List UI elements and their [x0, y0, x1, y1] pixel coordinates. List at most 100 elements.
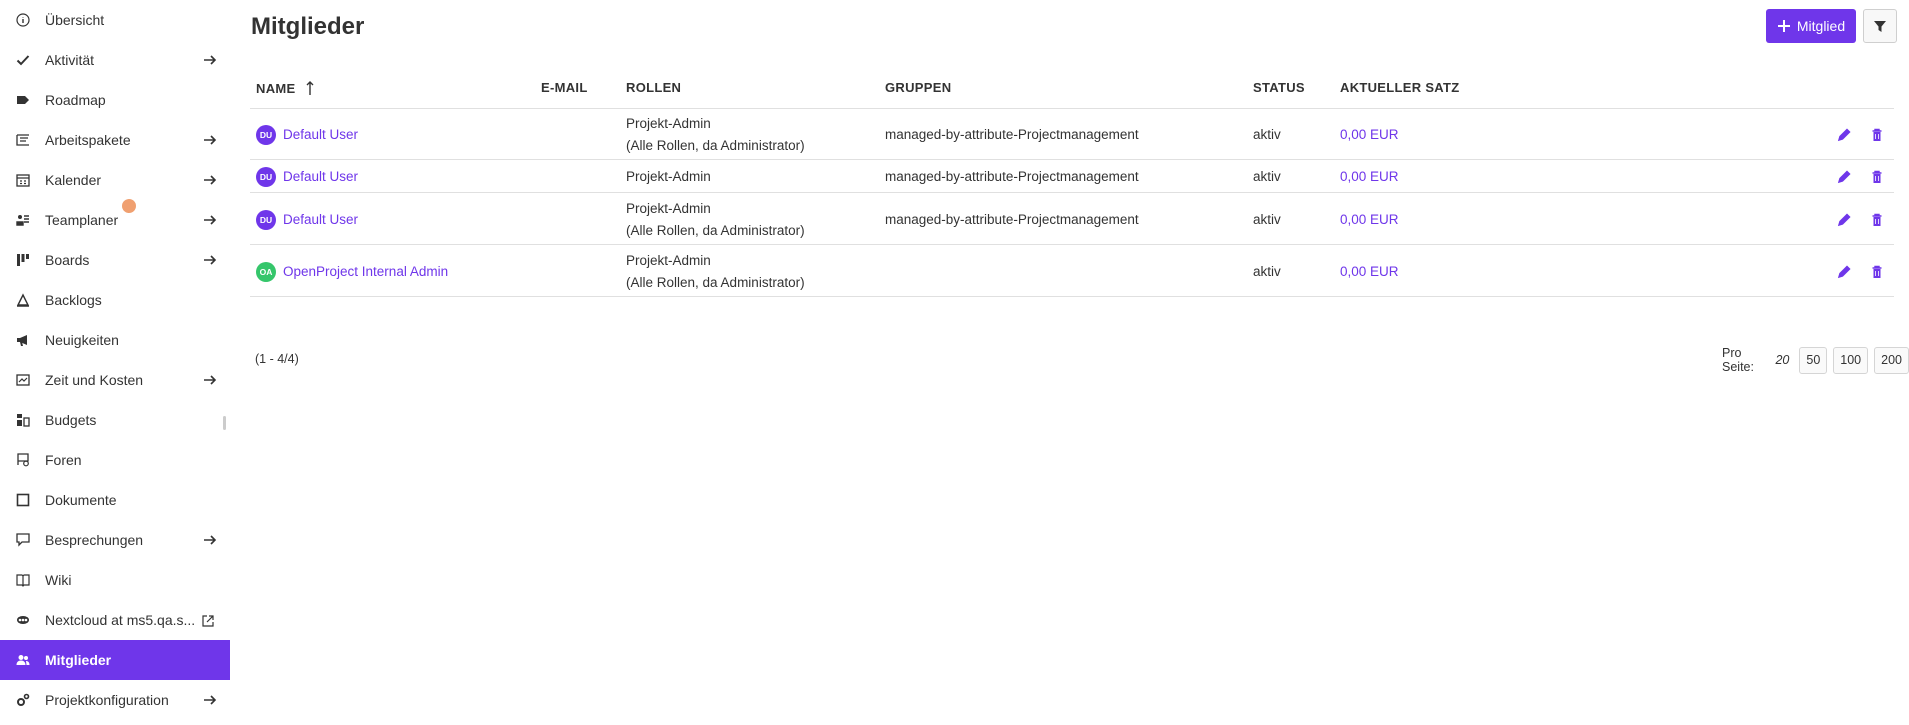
time-costs-icon [15, 372, 31, 388]
member-role-note: (Alle Rollen, da Administrator) [626, 275, 805, 290]
sidebar-item[interactable]: Zeit und Kosten [0, 360, 230, 400]
arrow-right-icon[interactable] [203, 53, 217, 67]
sidebar-item-label: Foren [45, 452, 82, 468]
per-page-selector: Pro Seite: 20 50 100 200 [1722, 346, 1909, 374]
sidebar-item[interactable]: Wiki [0, 560, 230, 600]
member-role-note: (Alle Rollen, da Administrator) [626, 223, 805, 238]
sidebar-item[interactable]: Backlogs [0, 280, 230, 320]
member-role: Projekt-Admin [626, 201, 711, 216]
member-rate-link[interactable]: 0,00 EUR [1340, 166, 1399, 188]
sidebar-scrollbar[interactable] [223, 416, 226, 430]
add-member-label: Mitglied [1796, 18, 1846, 34]
member-group: managed-by-attribute-Projectmanagement [885, 211, 1139, 227]
per-page-label: Pro Seite: [1722, 346, 1754, 374]
sidebar-item[interactable]: Projektkonfiguration [0, 680, 230, 720]
arrow-right-icon[interactable] [203, 253, 217, 267]
delete-trash-icon[interactable] [1870, 213, 1884, 227]
column-header-current-rate[interactable]: AKTUELLER SATZ [1340, 80, 1460, 95]
page-title: Mitglieder [251, 13, 365, 40]
delete-trash-icon[interactable] [1870, 265, 1884, 279]
settings-gears-icon [15, 692, 31, 708]
sidebar-item[interactable]: Dokumente [0, 480, 230, 520]
sidebar-item-label: Projektkonfiguration [45, 692, 169, 708]
arrow-right-icon[interactable] [203, 133, 217, 147]
meetings-icon [15, 532, 31, 548]
member-role: Projekt-Admin [626, 169, 711, 184]
sidebar-item-label: Backlogs [45, 292, 102, 308]
per-page-current: 20 [1775, 353, 1790, 367]
backlogs-icon [15, 292, 31, 308]
member-name-link[interactable]: Default User [283, 124, 358, 146]
sidebar-item-label: Arbeitspakete [45, 132, 131, 148]
sort-ascending-icon [306, 81, 314, 95]
forum-icon [15, 452, 31, 468]
column-header-roles[interactable]: ROLLEN [626, 80, 681, 95]
team-planner-icon [15, 212, 31, 228]
sidebar-item-label: Zeit und Kosten [45, 372, 144, 388]
member-role: Projekt-Admin [626, 116, 711, 131]
per-page-option[interactable]: 100 [1833, 346, 1869, 374]
sidebar-item[interactable]: Nextcloud at ms5.qa.s... [0, 600, 230, 640]
member-status: aktiv [1253, 169, 1281, 184]
member-name-link[interactable]: OpenProject Internal Admin [283, 261, 448, 283]
megaphone-icon [15, 332, 31, 348]
sidebar-item[interactable]: Neuigkeiten [0, 320, 230, 360]
avatar[interactable]: DU [256, 167, 276, 187]
delete-trash-icon[interactable] [1870, 128, 1884, 142]
sidebar-item-label: Mitglieder [45, 652, 112, 668]
arrow-right-icon[interactable] [203, 533, 217, 547]
member-rate-link[interactable]: 0,00 EUR [1340, 124, 1399, 146]
add-member-button[interactable]: Mitglied [1766, 9, 1856, 43]
sidebar-item-label: Aktivität [45, 52, 95, 68]
arrow-right-icon[interactable] [203, 173, 217, 187]
delete-trash-icon[interactable] [1870, 170, 1884, 184]
arrow-right-icon[interactable] [203, 213, 217, 227]
main-content: Mitglieder Mitglied NAME E-MAIL ROLLEN G… [230, 0, 1909, 725]
plus-icon [1777, 20, 1790, 32]
arrow-right-icon[interactable] [203, 693, 217, 707]
sidebar-item-label: Dokumente [45, 492, 117, 508]
sidebar-item-label: Wiki [45, 572, 72, 588]
avatar[interactable]: DU [256, 209, 276, 230]
per-page-option[interactable]: 50 [1799, 346, 1828, 374]
filter-button[interactable] [1863, 9, 1897, 43]
sidebar-item[interactable]: Boards [0, 240, 230, 280]
member-role: Projekt-Admin [626, 253, 711, 268]
column-header-groups[interactable]: GRUPPEN [885, 80, 951, 95]
member-name-link[interactable]: Default User [283, 209, 358, 231]
sidebar-item[interactable]: Teamplaner [0, 199, 230, 240]
edit-pencil-icon[interactable] [1837, 212, 1851, 227]
sidebar-item[interactable]: Foren [0, 440, 230, 480]
member-status: aktiv [1253, 211, 1281, 227]
filter-icon [1874, 21, 1886, 32]
sidebar-item-label: Teamplaner [45, 212, 119, 228]
arrow-right-icon[interactable] [203, 373, 217, 387]
avatar[interactable]: OA [256, 261, 276, 282]
sidebar-item[interactable]: Übersicht [0, 0, 230, 40]
edit-pencil-icon[interactable] [1837, 264, 1851, 279]
member-name-link[interactable]: Default User [283, 166, 358, 188]
sidebar-item[interactable]: Mitglieder [0, 640, 230, 680]
sidebar-item[interactable]: Arbeitspakete [0, 120, 230, 160]
column-header-status[interactable]: STATUS [1253, 80, 1305, 95]
sidebar-item-label: Neuigkeiten [45, 332, 119, 348]
enterprise-badge-icon [122, 199, 136, 213]
edit-pencil-icon[interactable] [1837, 127, 1851, 142]
sidebar-item[interactable]: Roadmap [0, 80, 230, 120]
calendar-icon [15, 172, 31, 188]
table-row: DU Default User Projekt-Admin (Alle Rollen,… [250, 109, 1894, 160]
members-icon [15, 652, 31, 668]
sidebar-item-label: Budgets [45, 412, 97, 428]
column-header-name[interactable]: NAME [256, 80, 315, 96]
sidebar-item[interactable]: Kalender [0, 160, 230, 200]
per-page-option[interactable]: 200 [1874, 346, 1909, 374]
member-rate-link[interactable]: 0,00 EUR [1340, 261, 1399, 283]
member-role-note: (Alle Rollen, da Administrator) [626, 138, 805, 153]
sidebar-item[interactable]: Aktivität [0, 40, 230, 80]
avatar[interactable]: DU [256, 124, 276, 145]
member-rate-link[interactable]: 0,00 EUR [1340, 209, 1399, 231]
column-header-email[interactable]: E-MAIL [541, 80, 588, 95]
sidebar-item[interactable]: Budgets [0, 400, 230, 440]
sidebar-item[interactable]: Besprechungen [0, 520, 230, 560]
edit-pencil-icon[interactable] [1837, 170, 1851, 184]
